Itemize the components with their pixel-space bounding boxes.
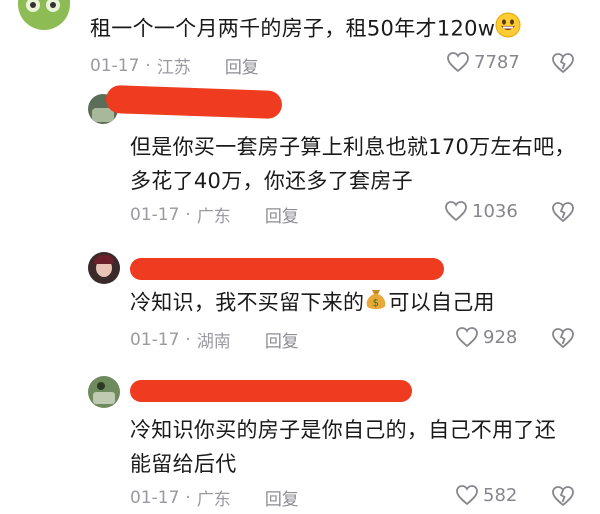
avatar[interactable]: [18, 0, 70, 30]
comment-date: 01-17: [90, 55, 140, 76]
comment-text-line-2: 多花了40万，你还多了套房子: [130, 169, 413, 193]
heart-icon: [456, 485, 478, 506]
comment-date: 01-17: [130, 329, 180, 350]
comment-text: 但是你买一套房子算上利息也就170万左右吧， 多花了40万，你还多了套房子: [130, 131, 576, 197]
broken-heart-icon: [552, 328, 574, 349]
like-count: 928: [483, 326, 518, 348]
dislike-button[interactable]: [551, 485, 575, 511]
heart-icon: [447, 52, 469, 73]
comment-location: 江苏: [156, 58, 191, 78]
reply-button[interactable]: 回复: [265, 485, 299, 510]
meta-separator: ·: [185, 329, 191, 350]
like-count: 582: [483, 484, 518, 506]
reply-button[interactable]: 回复: [225, 53, 259, 78]
broken-heart-icon: [552, 486, 574, 507]
like-button[interactable]: 928: [455, 326, 517, 348]
grinning-face-emoji: [495, 12, 521, 47]
meta-separator: ·: [145, 55, 151, 76]
comment-meta: 01-17 · 广东 回复: [130, 485, 299, 511]
meta-separator: ·: [185, 204, 191, 225]
comment-location: 广东: [196, 490, 231, 510]
broken-heart-icon: [552, 202, 574, 223]
like-button[interactable]: 7787: [446, 51, 520, 73]
redacted-username: [130, 258, 444, 280]
redacted-username: [130, 380, 412, 402]
like-button[interactable]: 582: [455, 484, 517, 506]
broken-heart-icon: [552, 53, 574, 74]
comment-text-line-2: 能留给后代: [130, 452, 237, 476]
dislike-button[interactable]: [551, 201, 575, 227]
meta-separator: ·: [185, 487, 191, 508]
heart-icon: [445, 201, 467, 222]
comment-text: 冷知识，我不买留下来的 $ 可以自己用: [130, 286, 495, 321]
dislike-button[interactable]: [551, 327, 575, 353]
reply-button[interactable]: 回复: [265, 202, 299, 227]
comment-text: 冷知识你买的房子是你自己的，自己不用了还 能留给后代: [130, 414, 556, 480]
redacted-username: [105, 84, 283, 120]
money-bag-emoji: $: [364, 286, 388, 321]
like-count: 7787: [474, 51, 520, 73]
comment-location: 广东: [196, 207, 231, 227]
heart-icon: [456, 327, 478, 348]
comment-date: 01-17: [130, 487, 180, 508]
like-button[interactable]: 1036: [444, 200, 518, 222]
comment-location: 湖南: [196, 332, 231, 352]
reply-button[interactable]: 回复: [265, 327, 299, 352]
comment-text-line-1: 冷知识你买的房子是你自己的，自己不用了还: [130, 418, 556, 442]
svg-text:$: $: [373, 298, 380, 309]
comment-text: 租一个一个月两千的房子，租50年才120w: [90, 12, 521, 47]
comment-text-before: 冷知识，我不买留下来的: [130, 290, 365, 315]
comment-meta: 01-17 · 湖南 回复: [130, 327, 299, 353]
like-count: 1036: [472, 200, 518, 222]
comment-meta: 01-17 · 江苏 回复: [90, 53, 259, 79]
comment-meta: 01-17 · 广东 回复: [130, 202, 299, 228]
comment-text-body: 租一个一个月两千的房子，租50年才120w: [90, 16, 496, 41]
dislike-button[interactable]: [551, 52, 575, 78]
avatar[interactable]: [88, 252, 120, 284]
comment-date: 01-17: [130, 204, 180, 225]
avatar[interactable]: [88, 376, 120, 408]
comment-text-after: 可以自己用: [388, 290, 495, 315]
comment-text-line-1: 但是你买一套房子算上利息也就170万左右吧，: [130, 135, 576, 159]
